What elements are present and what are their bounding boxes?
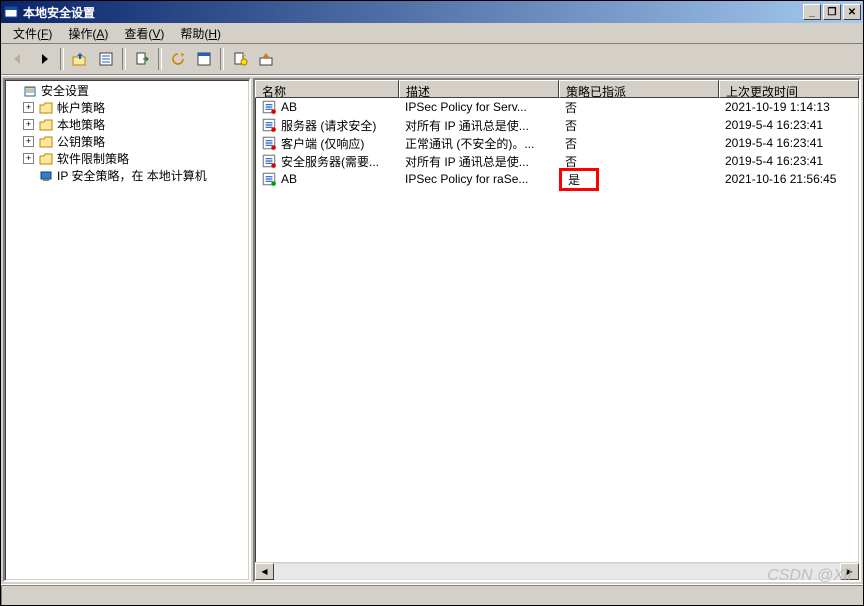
cell-modified: 2019-5-4 16:23:41 xyxy=(719,118,859,132)
app-window: 本地安全设置 _ ❐ ✕ 文件(F) 操作(A) 查看(V) 帮助(H) xyxy=(0,0,864,606)
cell-modified: 2021-10-16 21:56:45 xyxy=(719,172,859,186)
cell-description: IPSec Policy for raSe... xyxy=(399,172,559,186)
policy-icon xyxy=(261,153,277,169)
tree-item-account[interactable]: + 帐户策略 xyxy=(23,99,249,116)
content-area: 安全设置 + 帐户策略 + 本地策略 xyxy=(1,75,863,584)
tree-item-label: 公钥策略 xyxy=(57,133,105,150)
tree-root[interactable]: 安全设置 xyxy=(7,82,249,99)
list-row[interactable]: 安全服务器(需要... 对所有 IP 通讯总是使... 否 2019-5-4 1… xyxy=(255,152,859,170)
window-title: 本地安全设置 xyxy=(23,4,95,21)
tree-children: + 帐户策略 + 本地策略 + xyxy=(7,99,249,184)
list-row[interactable]: 客户端 (仅响应) 正常通讯 (不安全的)。... 否 2019-5-4 16:… xyxy=(255,134,859,152)
forward-button[interactable] xyxy=(32,47,56,71)
maximize-button[interactable]: ❐ xyxy=(823,4,841,20)
cell-assigned-highlighted: 是 xyxy=(559,168,599,191)
properties-button[interactable] xyxy=(192,47,216,71)
expander-icon[interactable]: + xyxy=(23,102,34,113)
list-pane: 名称 描述 策略已指派 上次更改时间 AB IPSec Policy for S… xyxy=(253,78,861,582)
policy-icon xyxy=(261,171,277,187)
security-root-icon xyxy=(22,83,38,99)
toolbar-separator xyxy=(122,48,126,70)
menu-help[interactable]: 帮助(H) xyxy=(172,23,229,44)
list-body[interactable]: AB IPSec Policy for Serv... 否 2021-10-19… xyxy=(255,98,859,562)
cell-name: 服务器 (请求安全) xyxy=(281,117,376,134)
app-icon xyxy=(3,4,19,20)
horizontal-scrollbar[interactable]: ◀ ▶ xyxy=(255,562,859,580)
back-button xyxy=(6,47,30,71)
tree-item-pubkey[interactable]: + 公钥策略 xyxy=(23,133,249,150)
tree-item-label: IP 安全策略，在 本地计算机 xyxy=(57,167,207,184)
list-row[interactable]: AB IPSec Policy for raSe... 是 2021-10-16… xyxy=(255,170,859,188)
list-row[interactable]: AB IPSec Policy for Serv... 否 2021-10-19… xyxy=(255,98,859,116)
tree-item-local[interactable]: + 本地策略 xyxy=(23,116,249,133)
menu-file[interactable]: 文件(F) xyxy=(5,23,60,44)
toolbar-separator xyxy=(158,48,162,70)
cell-description: 对所有 IP 通讯总是使... xyxy=(399,117,559,134)
cell-name: 安全服务器(需要... xyxy=(281,153,379,170)
cell-description: IPSec Policy for Serv... xyxy=(399,100,559,114)
column-description[interactable]: 描述 xyxy=(399,80,559,98)
cell-description: 对所有 IP 通讯总是使... xyxy=(399,153,559,170)
tree-pane: 安全设置 + 帐户策略 + 本地策略 xyxy=(3,78,251,582)
menubar: 文件(F) 操作(A) 查看(V) 帮助(H) xyxy=(1,23,863,44)
expander-icon[interactable]: + xyxy=(23,153,34,164)
export-button[interactable] xyxy=(130,47,154,71)
tree-item-label: 软件限制策略 xyxy=(57,150,129,167)
tree-item-software[interactable]: + 软件限制策略 xyxy=(23,150,249,167)
cell-assigned: 否 xyxy=(559,99,719,116)
folder-icon xyxy=(38,134,54,150)
list-header: 名称 描述 策略已指派 上次更改时间 xyxy=(255,80,859,98)
column-modified[interactable]: 上次更改时间 xyxy=(719,80,859,98)
column-assigned[interactable]: 策略已指派 xyxy=(559,80,719,98)
spacer xyxy=(23,170,34,181)
cell-modified: 2019-5-4 16:23:41 xyxy=(719,154,859,168)
list-row[interactable]: 服务器 (请求安全) 对所有 IP 通讯总是使... 否 2019-5-4 16… xyxy=(255,116,859,134)
expander-icon[interactable]: + xyxy=(23,119,34,130)
tree-view[interactable]: 安全设置 + 帐户策略 + 本地策略 xyxy=(5,80,249,184)
toolbar-separator xyxy=(60,48,64,70)
scroll-right-icon[interactable]: ▶ xyxy=(840,563,859,580)
tree-item-label: 帐户策略 xyxy=(57,99,105,116)
toolbar xyxy=(1,44,863,75)
tree-item-ipsec[interactable]: IP 安全策略，在 本地计算机 xyxy=(23,167,249,184)
cell-modified: 2019-5-4 16:23:41 xyxy=(719,136,859,150)
column-name[interactable]: 名称 xyxy=(255,80,399,98)
titlebar: 本地安全设置 _ ❐ ✕ xyxy=(1,1,863,23)
menu-action[interactable]: 操作(A) xyxy=(60,23,116,44)
policy-icon xyxy=(261,99,277,115)
cell-assigned: 否 xyxy=(559,117,719,134)
expander-icon[interactable]: + xyxy=(23,136,34,147)
cell-modified: 2021-10-19 1:14:13 xyxy=(719,100,859,114)
up-button[interactable] xyxy=(68,47,92,71)
folder-icon xyxy=(38,100,54,116)
folder-icon xyxy=(38,151,54,167)
tree-root-label: 安全设置 xyxy=(41,82,89,99)
folder-icon xyxy=(38,117,54,133)
minimize-button[interactable]: _ xyxy=(803,4,821,20)
view-button[interactable] xyxy=(94,47,118,71)
statusbar xyxy=(1,584,863,605)
close-button[interactable]: ✕ xyxy=(843,4,861,20)
cell-description: 正常通讯 (不安全的)。... xyxy=(399,135,559,152)
policy-icon xyxy=(261,117,277,133)
refresh-button[interactable] xyxy=(166,47,190,71)
toolbar-separator xyxy=(220,48,224,70)
scroll-left-icon[interactable]: ◀ xyxy=(255,563,274,580)
policy-icon xyxy=(261,135,277,151)
assign-button[interactable] xyxy=(254,47,278,71)
tree-item-label: 本地策略 xyxy=(57,116,105,133)
cell-assigned: 否 xyxy=(559,135,719,152)
cell-name: AB xyxy=(281,100,297,114)
scroll-track[interactable] xyxy=(274,564,840,579)
spacer xyxy=(7,85,18,96)
ipsec-icon xyxy=(38,168,54,184)
cell-name: AB xyxy=(281,172,297,186)
new-policy-button[interactable] xyxy=(228,47,252,71)
cell-name: 客户端 (仅响应) xyxy=(281,135,364,152)
menu-view[interactable]: 查看(V) xyxy=(116,23,172,44)
